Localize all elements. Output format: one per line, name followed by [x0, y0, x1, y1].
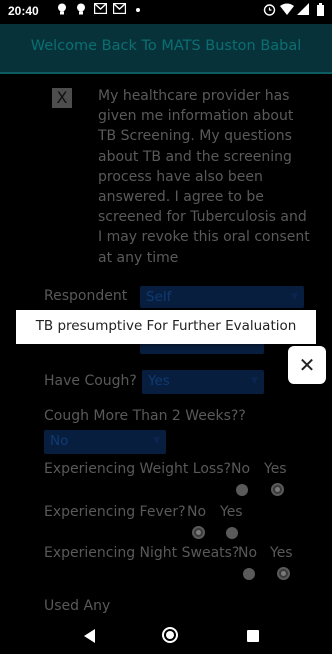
gmail-icon	[112, 2, 127, 17]
navigation-bar	[0, 620, 332, 654]
chevron-down-icon: ▼	[251, 376, 258, 386]
chevron-down-icon: ▼	[291, 292, 298, 302]
weight-loss-label: Experiencing Weight Loss?	[44, 461, 231, 477]
cough-2-weeks-label: Cough More Than 2 Weeks??	[44, 408, 246, 424]
home-icon[interactable]	[162, 627, 178, 643]
cough-2-weeks-select[interactable]: No ▼	[44, 430, 166, 454]
cough-2-weeks-value: No	[50, 433, 69, 449]
respondent-select[interactable]: Self ▼	[140, 286, 304, 308]
used-any-label: Used Any	[44, 598, 111, 614]
weight-loss-yes-radio[interactable]	[271, 483, 284, 496]
toast-text: TB presumptive For Further Evaluation	[35, 318, 297, 334]
screening-form: X My healthcare provider has given me in…	[0, 74, 332, 620]
toast-message: TB presumptive For Further Evaluation	[16, 310, 316, 344]
night-sweats-no-radio[interactable]	[243, 568, 255, 580]
bulb-icon	[75, 3, 87, 17]
night-sweats-yes-label: Yes	[270, 545, 293, 561]
alarm-icon	[263, 3, 276, 17]
system-icons	[263, 3, 326, 17]
wifi-icon	[280, 3, 294, 17]
weight-loss-yes-label: Yes	[264, 461, 287, 477]
night-sweats-no-label: No	[238, 545, 258, 561]
dot-icon	[132, 3, 144, 17]
have-cough-select[interactable]: Yes ▼	[142, 370, 264, 394]
weight-loss-no-radio[interactable]	[236, 484, 248, 496]
close-icon[interactable]: ✕	[288, 346, 326, 384]
status-bar: 20:40	[0, 0, 332, 24]
battery-icon	[314, 3, 326, 17]
signal-icon	[297, 3, 309, 17]
notification-icons	[56, 2, 144, 17]
respondent-label: Respondent	[44, 288, 128, 304]
gmail-icon	[93, 2, 108, 17]
consent-checkbox[interactable]: X	[52, 88, 72, 108]
have-cough-label: Have Cough?	[44, 373, 137, 389]
weight-loss-no-label: No	[231, 461, 251, 477]
fever-label: Experiencing Fever?	[44, 504, 186, 520]
night-sweats-label: Experiencing Night Sweats?	[44, 545, 240, 561]
fever-no-label: No	[187, 504, 207, 520]
respondent-value: Self	[146, 289, 172, 305]
app-title: Welcome Back To MATS Buston Babal	[30, 38, 302, 54]
recent-apps-icon[interactable]	[247, 630, 259, 642]
fever-no-radio[interactable]	[192, 526, 205, 539]
back-icon[interactable]	[84, 629, 95, 643]
app-bar: Welcome Back To MATS Buston Babal	[0, 24, 332, 74]
status-time: 20:40	[8, 4, 39, 18]
night-sweats-yes-radio[interactable]	[277, 567, 290, 580]
chevron-down-icon: ▼	[153, 436, 160, 446]
consent-text: My healthcare provider has given me info…	[98, 88, 310, 266]
bulb-icon	[56, 3, 68, 17]
have-cough-value: Yes	[148, 373, 170, 389]
fever-yes-label: Yes	[220, 504, 243, 520]
fever-yes-radio[interactable]	[226, 527, 238, 539]
